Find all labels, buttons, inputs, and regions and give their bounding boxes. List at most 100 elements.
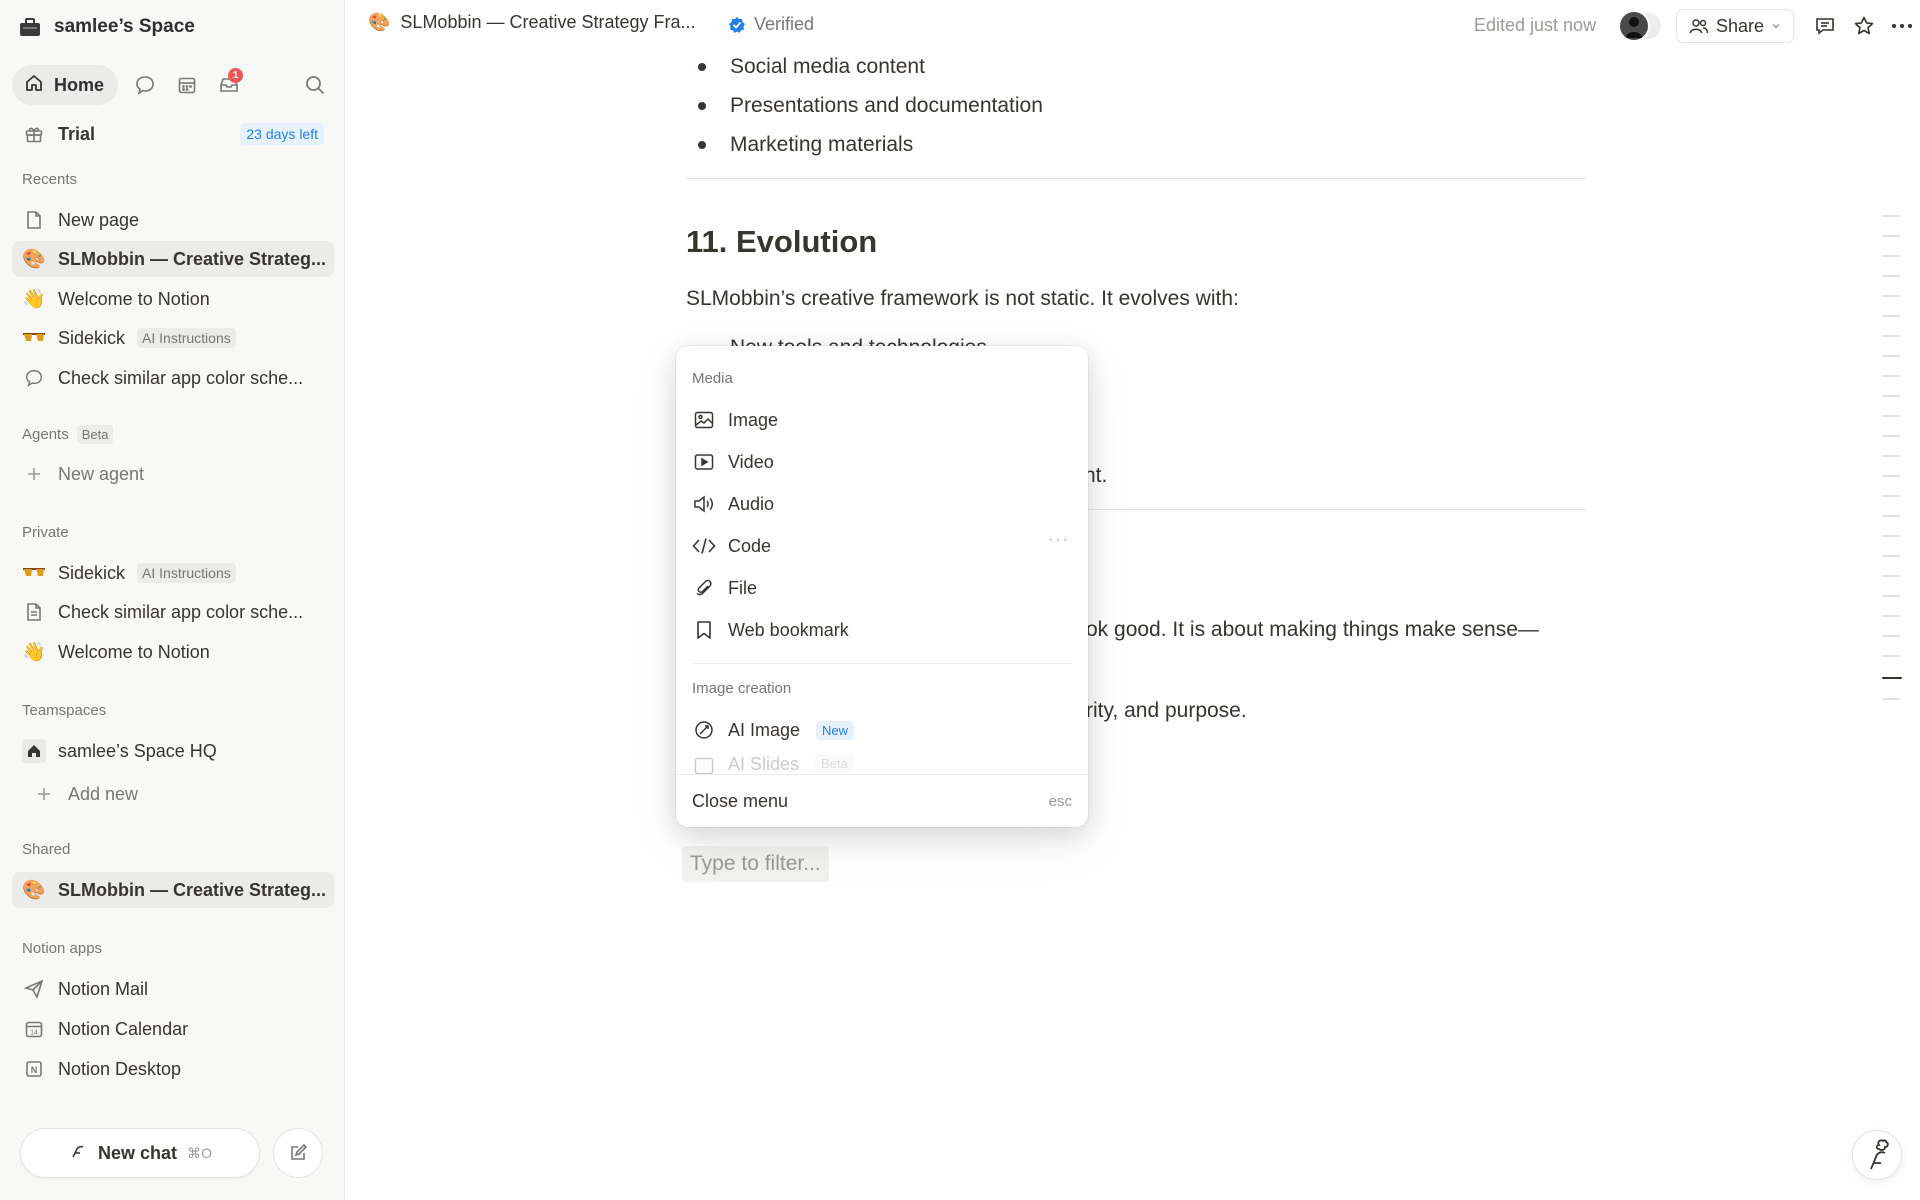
menu-item-web-bookmark[interactable]: Web bookmark — [682, 610, 1082, 650]
menu-item-code[interactable]: Code — [682, 526, 1082, 566]
more-button[interactable] — [1888, 12, 1916, 40]
menu-item-image[interactable]: Image — [682, 400, 1082, 440]
favorite-button[interactable] — [1850, 12, 1878, 40]
sidebar-item-label: samlee’s Space HQ — [58, 740, 217, 761]
sidebar-item-label: Welcome to Notion — [58, 288, 210, 309]
workspace-icon — [18, 16, 42, 38]
outline-tick[interactable] — [1882, 475, 1900, 477]
home-button[interactable]: Home — [12, 65, 119, 105]
sidebar-item-check-colors[interactable]: Check similar app color sche... — [12, 360, 334, 396]
sidebar-item-slmobbin-shared[interactable]: 🎨 SLMobbin — Creative Strateg... — [12, 872, 334, 908]
menu-item-label: Web bookmark — [728, 619, 849, 640]
sidebar-item-notion-calendar[interactable]: 14 Notion Calendar — [12, 1011, 334, 1047]
close-menu-button[interactable]: Close menu esc — [676, 774, 1088, 827]
svg-text:14: 14 — [30, 1030, 38, 1037]
outline-tick[interactable] — [1882, 215, 1900, 217]
beta-badge: Beta — [815, 754, 854, 773]
outline-tick[interactable] — [1882, 395, 1900, 397]
inbox-button[interactable]: 1 — [208, 65, 250, 105]
outline-tick[interactable] — [1882, 295, 1900, 297]
inbox-badge: 1 — [228, 68, 244, 83]
page-icon — [22, 208, 46, 232]
edited-status: Edited just now — [1474, 15, 1597, 35]
paragraph[interactable]: SLMobbin’s creative framework is not sta… — [686, 287, 1239, 311]
comments-button[interactable] — [1811, 12, 1839, 40]
menu-item-ai-image[interactable]: AI Image New — [682, 710, 1082, 750]
outline-tick[interactable] — [1882, 375, 1900, 377]
share-button[interactable]: Share — [1676, 9, 1795, 43]
add-new-label: Add new — [68, 783, 139, 804]
outline-tick[interactable] — [1882, 698, 1900, 700]
list-item[interactable]: Social media content — [686, 55, 925, 79]
outline-tick[interactable] — [1882, 335, 1900, 337]
sidebar-item-notion-desktop[interactable]: N Notion Desktop — [12, 1051, 334, 1087]
sidebar-item-new-page[interactable]: New page — [12, 202, 334, 238]
outline-tick[interactable] — [1882, 595, 1900, 597]
list-item[interactable]: Presentations and documentation — [686, 94, 1043, 118]
sidebar-item-sidekick-private[interactable]: Sidekick AI Instructions — [12, 555, 334, 591]
video-icon — [692, 450, 716, 474]
menu-item-video[interactable]: Video — [682, 442, 1082, 482]
chat-button[interactable] — [124, 65, 166, 105]
menu-item-audio[interactable]: Audio — [682, 484, 1082, 524]
svg-text:N: N — [31, 1065, 38, 1075]
list-item[interactable]: Marketing materials — [686, 133, 913, 157]
outline-tick[interactable] — [1882, 535, 1900, 537]
home-icon — [24, 73, 44, 98]
outline-tick[interactable] — [1882, 235, 1900, 237]
outline-tick[interactable] — [1882, 455, 1900, 457]
compose-button[interactable] — [273, 1128, 323, 1178]
image-icon — [692, 408, 716, 432]
outline-tick[interactable] — [1882, 635, 1900, 637]
code-icon — [692, 534, 716, 558]
search-button[interactable] — [294, 65, 336, 105]
sidebar-item-welcome[interactable]: 👋 Welcome to Notion — [12, 281, 334, 317]
outline-tick[interactable] — [1882, 415, 1900, 417]
more-icon[interactable]: ··· — [1048, 531, 1070, 549]
new-chat-button[interactable]: New chat ⌘O — [20, 1128, 260, 1178]
palette-icon: 🎨 — [22, 880, 46, 901]
outline-tick[interactable] — [1882, 255, 1900, 257]
section-heading[interactable]: 11. Evolution — [686, 224, 877, 260]
wave-icon: 👋 — [22, 642, 46, 663]
sidebar-item-teamspace-hq[interactable]: samlee’s Space HQ — [12, 733, 334, 769]
new-agent-button[interactable]: New agent — [12, 456, 334, 492]
sidebar-item-check-colors-private[interactable]: Check similar app color sche... — [12, 594, 334, 630]
sidebar-item-welcome-private[interactable]: 👋 Welcome to Notion — [12, 634, 334, 670]
outline-tick[interactable] — [1882, 275, 1900, 277]
page-icon — [22, 600, 46, 624]
outline-tick[interactable] — [1882, 615, 1900, 617]
menu-item-file[interactable]: File — [682, 568, 1082, 608]
outline-tick[interactable] — [1882, 315, 1900, 317]
sidebar-item-notion-mail[interactable]: Notion Mail — [12, 971, 334, 1007]
sidebar: samlee’s Space Home 1 Trial 23 days left… — [0, 0, 345, 1200]
comment-icon — [1816, 18, 1834, 35]
notion-ai-button[interactable] — [1852, 1130, 1902, 1180]
sidebar-item-trial[interactable]: Trial 23 days left — [12, 116, 334, 152]
sidebar-item-sidekick[interactable]: Sidekick AI Instructions — [12, 320, 334, 356]
outline-tick[interactable] — [1882, 555, 1900, 557]
paragraph-fragment[interactable]: ok good. It is about making things make … — [1086, 618, 1539, 642]
outline-tick-active[interactable] — [1882, 677, 1902, 679]
paragraph-fragment[interactable]: rity, and purpose. — [1086, 699, 1247, 723]
verified-badge[interactable]: Verified — [728, 14, 814, 35]
outline-tick[interactable] — [1882, 435, 1900, 437]
outline-tick[interactable] — [1882, 655, 1900, 657]
menu-item-label: File — [728, 577, 758, 598]
calendar-icon: 14 — [22, 1017, 46, 1041]
collaborator-avatars[interactable] — [1618, 10, 1666, 42]
wave-icon: 👋 — [22, 289, 46, 310]
sunglasses-icon — [22, 561, 46, 585]
outline-tick[interactable] — [1882, 575, 1900, 577]
outline-tick[interactable] — [1882, 495, 1900, 497]
sidebar-item-slmobbin[interactable]: 🎨 SLMobbin — Creative Strateg... — [12, 241, 334, 277]
sidebar-item-label: Sidekick — [58, 327, 126, 348]
slash-filter-input[interactable]: Type to filter... — [682, 846, 829, 882]
add-teamspace-button[interactable]: Add new — [22, 776, 334, 812]
outline-tick[interactable] — [1882, 515, 1900, 517]
calendar-button[interactable] — [166, 65, 208, 105]
outline-tick[interactable] — [1882, 355, 1900, 357]
workspace-switcher[interactable]: samlee’s Space — [18, 12, 195, 42]
breadcrumb[interactable]: 🎨 SLMobbin — Creative Strategy Fra... — [368, 12, 696, 33]
calendar-icon — [178, 77, 196, 94]
